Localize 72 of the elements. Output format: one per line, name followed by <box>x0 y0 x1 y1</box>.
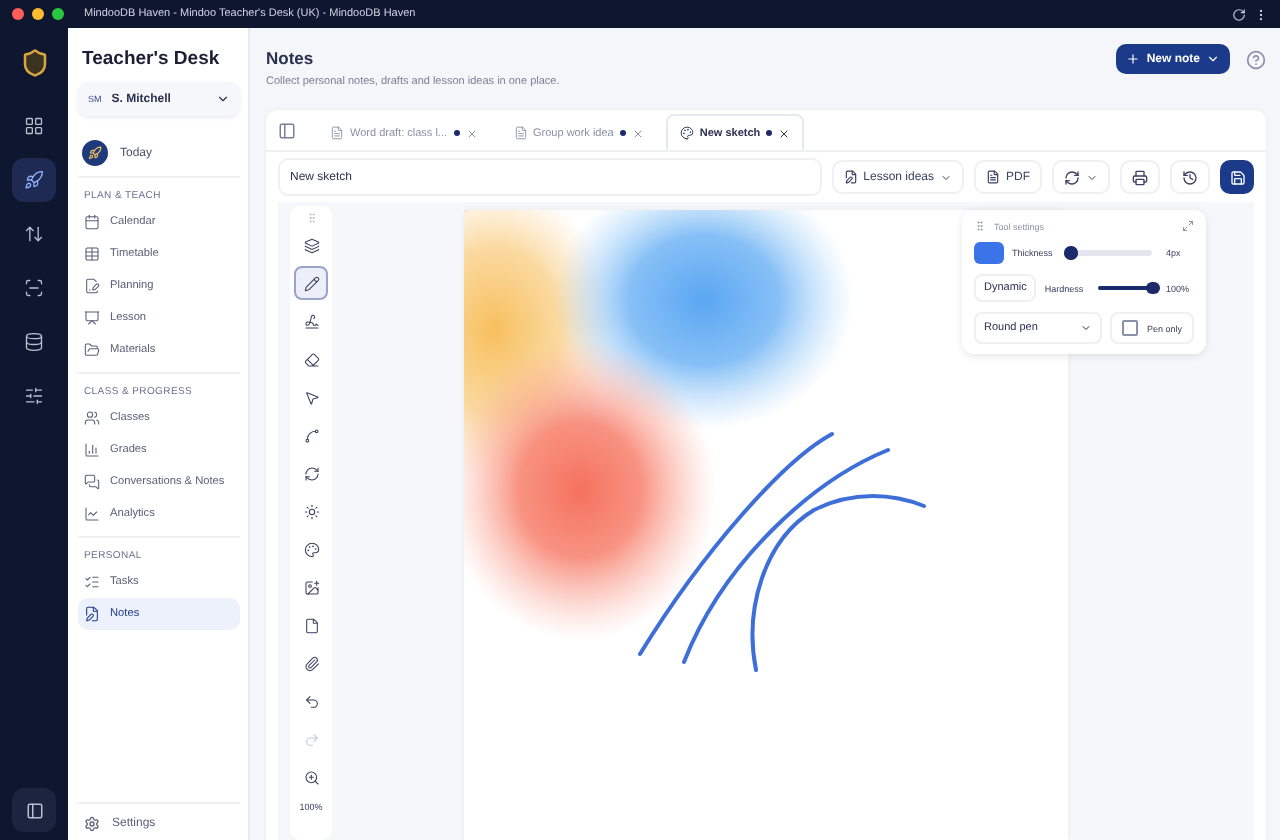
print-button[interactable] <box>1120 160 1160 194</box>
edit-icon <box>843 170 858 184</box>
settings-icon <box>84 816 100 832</box>
minimize-button[interactable] <box>32 8 44 20</box>
redo-icon <box>303 731 319 747</box>
plus-icon <box>1126 52 1141 66</box>
panel-toggle-button[interactable] <box>12 788 56 832</box>
tool-button[interactable] <box>294 266 328 300</box>
close-icon[interactable] <box>778 127 791 139</box>
help-icon[interactable] <box>1246 50 1266 70</box>
save-icon <box>1229 169 1245 185</box>
history-button[interactable] <box>1170 160 1210 194</box>
checklist-icon <box>84 574 100 590</box>
slider-thumb[interactable] <box>1064 246 1078 260</box>
bar-chart-icon <box>84 442 100 458</box>
print-icon <box>1132 169 1148 185</box>
color-swatch[interactable] <box>974 242 1004 264</box>
database-icon <box>24 332 44 352</box>
chat-icon <box>84 474 100 490</box>
signature-icon <box>303 313 319 329</box>
eraser-icon <box>303 351 319 367</box>
note-icon <box>84 606 100 622</box>
chevron-icon <box>1206 52 1220 66</box>
checkbox[interactable] <box>1122 320 1139 336</box>
rocket-icon <box>24 170 44 190</box>
rail-button[interactable] <box>12 158 56 202</box>
document-icon <box>986 170 1000 184</box>
page-title: Notes <box>266 48 316 68</box>
chevron-icon <box>1080 322 1093 334</box>
palette-icon <box>303 541 319 557</box>
chevron-icon <box>940 171 952 183</box>
curve-icon <box>303 427 319 443</box>
pointer-icon <box>303 389 319 405</box>
save-button[interactable] <box>1220 160 1254 194</box>
calendar-icon <box>84 214 100 230</box>
sliders-icon <box>24 386 44 406</box>
panel-icon <box>25 801 43 819</box>
document-icon <box>513 126 527 140</box>
paperclip-icon <box>303 655 319 671</box>
zoom-icon <box>303 769 319 785</box>
folder-icon <box>84 342 100 358</box>
refresh-icon[interactable] <box>1232 7 1246 21</box>
shield-logo-icon <box>19 48 49 78</box>
arrows-icon <box>24 224 44 244</box>
layers-icon <box>303 237 319 253</box>
palette-icon <box>679 126 694 140</box>
today-icon <box>82 140 108 166</box>
refresh-icon <box>303 465 319 481</box>
sync-icon <box>1064 169 1080 185</box>
document-icon <box>84 278 100 294</box>
line-chart-icon <box>84 506 100 522</box>
undo-icon <box>303 693 319 709</box>
panel-icon[interactable] <box>278 121 296 139</box>
sync-button[interactable] <box>1052 160 1110 194</box>
pencil-icon <box>303 275 319 291</box>
more-icon[interactable] <box>1254 7 1268 21</box>
table-icon <box>84 246 100 262</box>
history-icon <box>1182 169 1198 185</box>
close-button[interactable] <box>12 8 24 20</box>
page-icon <box>303 617 319 633</box>
scan-icon <box>24 278 44 298</box>
image-icon <box>303 579 319 595</box>
presentation-icon <box>84 310 100 326</box>
slider-thumb[interactable] <box>1146 281 1159 295</box>
maximize-button[interactable] <box>52 8 64 20</box>
document-icon <box>330 126 344 140</box>
chevron-icon <box>216 92 230 106</box>
grid-icon <box>24 116 44 136</box>
sun-icon <box>303 503 319 519</box>
app-brand: Teacher's Desk <box>80 48 222 70</box>
people-icon <box>84 410 100 426</box>
chevron-icon <box>1086 171 1098 183</box>
